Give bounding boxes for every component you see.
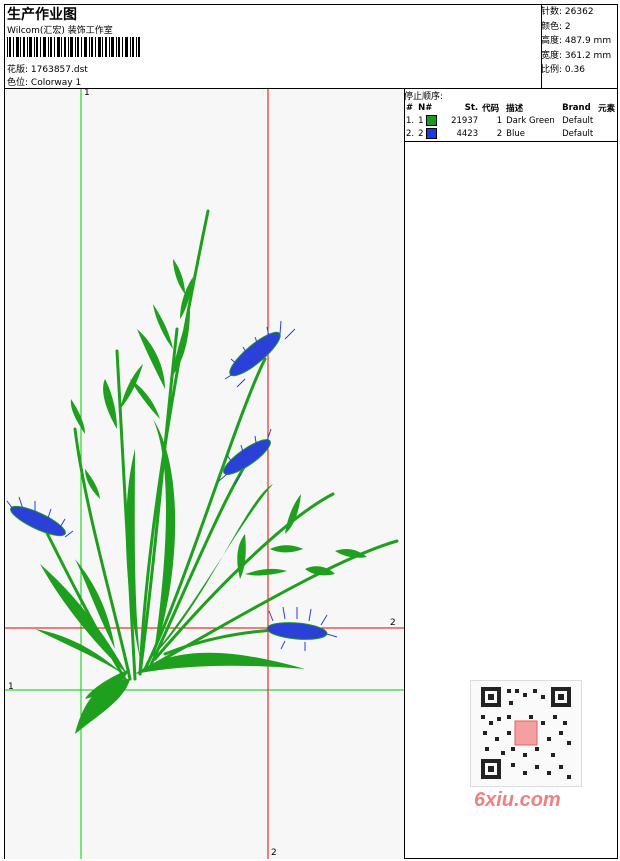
color-table-header: # N# St. 代码 描述 Brand 元素 <box>406 102 616 114</box>
green-axis-label-left: 1 <box>8 682 14 692</box>
red-axis-label-bottom: 2 <box>271 848 277 858</box>
stat-stitches: 针数: 26362 <box>541 7 594 17</box>
stat-scale: 比例: 0.36 <box>541 65 585 75</box>
stats-panel: 针数: 26362 颜色: 2 高度: 487.9 mm 宽度: 361.2 m… <box>541 5 611 78</box>
wheat-head-1 <box>229 331 281 377</box>
stat-width: 宽度: 361.2 mm <box>541 50 612 61</box>
color-swatch <box>426 128 438 139</box>
barcode <box>7 37 140 57</box>
green-axis-label-top: 1 <box>84 88 90 98</box>
colorway-row: 色位: Colorway 1 <box>7 75 81 88</box>
color-swatch <box>426 115 438 126</box>
table-row: 2. 2 4423 2 Blue Default <box>406 128 594 139</box>
qr-code <box>470 680 582 787</box>
company-name: Wilcom(汇宏) 装饰工作室 <box>7 26 113 36</box>
colorway: Colorway 1 <box>30 78 82 88</box>
color-table: # N# St. 代码 描述 Brand 元素 1. 1 21937 1 Dar… <box>404 101 617 140</box>
stat-height: 高度: 487.9 mm <box>541 36 612 46</box>
table-row: 1. 1 21937 1 Dark Green Default <box>406 115 594 126</box>
red-axis-label-right: 2 <box>390 618 396 628</box>
embroidery-design-canvas <box>5 89 404 859</box>
grass-design <box>35 209 399 734</box>
design-file-row: 花版: 1763857.dst <box>7 62 88 75</box>
stat-colors: 颜色: 2 <box>541 21 571 32</box>
panel-divider <box>404 88 405 859</box>
colorway-label: 色位: <box>7 78 29 88</box>
design-file: 1763857.dst <box>30 65 88 75</box>
table-divider <box>404 141 618 142</box>
wheat-head-4 <box>266 622 328 640</box>
design-file-label: 花版: <box>7 65 29 75</box>
wheat-head-3 <box>10 505 66 537</box>
sheet-title: 生产作业图 <box>7 7 77 23</box>
watermark: 6xiu.com <box>474 789 561 811</box>
